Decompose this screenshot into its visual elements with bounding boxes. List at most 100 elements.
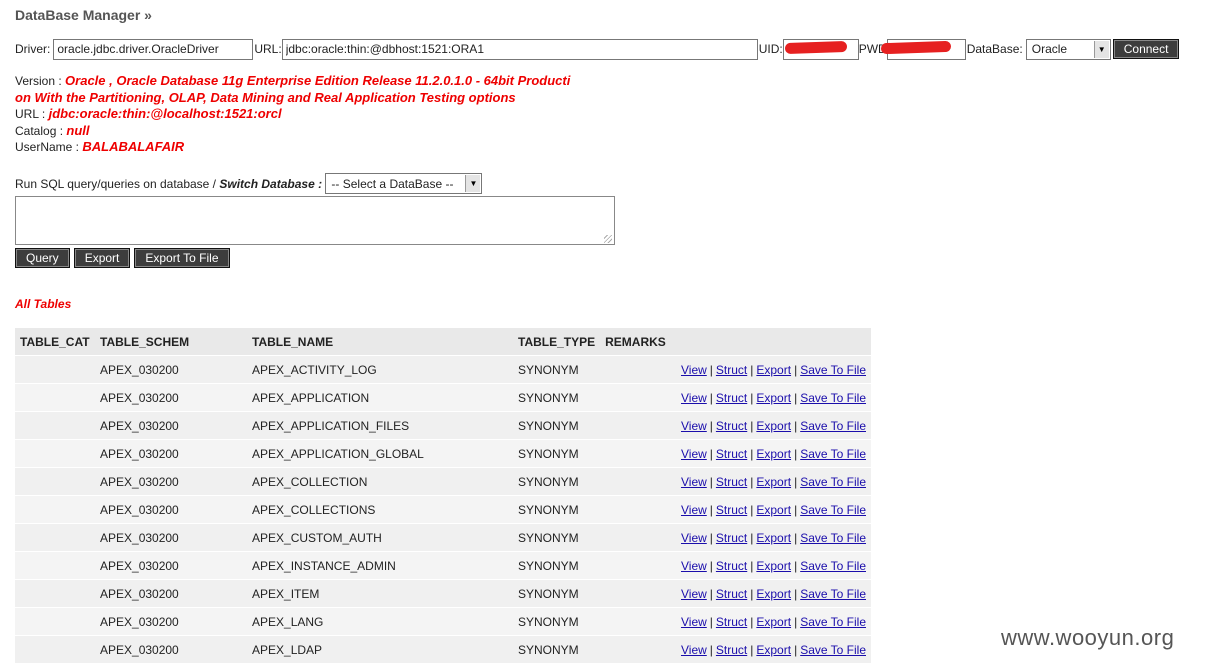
struct-link[interactable]: Struct [716, 503, 747, 517]
view-link[interactable]: View [681, 475, 707, 489]
cell-table-cat [15, 439, 95, 468]
connect-button[interactable]: Connect [1112, 39, 1179, 59]
save-to-file-link[interactable]: Save To File [800, 447, 866, 461]
view-link[interactable]: View [681, 391, 707, 405]
col-table-schem: TABLE_SCHEM [95, 328, 247, 356]
view-link[interactable]: View [681, 503, 707, 517]
table-row: APEX_030200 APEX_CUSTOM_AUTH SYNONYM View | S… [15, 523, 871, 552]
cell-actions: View | Struct | Export | Save To File [670, 523, 871, 552]
cell-table-type: SYNONYM [513, 607, 601, 636]
driver-input[interactable] [53, 38, 254, 60]
cell-table-schem: APEX_030200 [95, 411, 247, 440]
cell-table-schem: APEX_030200 [95, 551, 247, 580]
url-input[interactable] [281, 38, 758, 60]
resize-grip-icon[interactable] [604, 235, 612, 243]
struct-link[interactable]: Struct [716, 531, 747, 545]
struct-link[interactable]: Struct [716, 643, 747, 657]
table-header-row: TABLE_CAT TABLE_SCHEM TABLE_NAME TABLE_T… [15, 328, 871, 356]
view-link[interactable]: View [681, 615, 707, 629]
struct-link[interactable]: Struct [716, 587, 747, 601]
query-button[interactable]: Query [15, 248, 70, 268]
link-separator: | [794, 586, 798, 601]
cell-table-cat [15, 383, 95, 412]
table-row: APEX_030200 APEX_APPLICATION_FILES SYNONYM… [15, 411, 871, 440]
link-separator: | [750, 586, 754, 601]
export-link[interactable]: Export [756, 391, 791, 405]
dropdown-arrow-icon[interactable]: ▼ [1093, 40, 1109, 58]
switch-database-select[interactable]: -- Select a DataBase -- ▼ [325, 173, 483, 194]
cell-table-schem: APEX_030200 [95, 523, 247, 552]
link-separator: | [709, 558, 713, 573]
view-link[interactable]: View [681, 559, 707, 573]
dropdown-arrow-icon[interactable]: ▼ [465, 175, 481, 192]
struct-link[interactable]: Struct [716, 363, 747, 377]
database-select[interactable]: Oracle ▼ [1025, 38, 1111, 60]
cell-table-schem: APEX_030200 [95, 495, 247, 524]
struct-link[interactable]: Struct [716, 447, 747, 461]
view-link[interactable]: View [681, 363, 707, 377]
redaction-mark [880, 40, 951, 54]
export-link[interactable]: Export [756, 419, 791, 433]
link-separator: | [709, 586, 713, 601]
export-link[interactable]: Export [756, 615, 791, 629]
export-link[interactable]: Export [756, 587, 791, 601]
export-link[interactable]: Export [756, 475, 791, 489]
link-separator: | [750, 502, 754, 517]
export-button[interactable]: Export [73, 248, 131, 268]
view-link[interactable]: View [681, 643, 707, 657]
struct-link[interactable]: Struct [716, 475, 747, 489]
save-to-file-link[interactable]: Save To File [800, 419, 866, 433]
export-link[interactable]: Export [756, 559, 791, 573]
cell-actions: View | Struct | Export | Save To File [670, 495, 871, 524]
save-to-file-link[interactable]: Save To File [800, 391, 866, 405]
struct-link[interactable]: Struct [716, 391, 747, 405]
view-link[interactable]: View [681, 587, 707, 601]
view-link[interactable]: View [681, 531, 707, 545]
save-to-file-link[interactable]: Save To File [800, 475, 866, 489]
struct-link[interactable]: Struct [716, 419, 747, 433]
save-to-file-link[interactable]: Save To File [800, 503, 866, 517]
link-separator: | [750, 390, 754, 405]
col-remarks: REMARKS [600, 328, 671, 356]
save-to-file-link[interactable]: Save To File [800, 615, 866, 629]
pwd-field-redacted[interactable] [880, 38, 966, 60]
export-link[interactable]: Export [756, 531, 791, 545]
uid-label: UID: [758, 42, 783, 56]
export-link[interactable]: Export [756, 363, 791, 377]
table-row: APEX_030200 APEX_APPLICATION SYNONYM View | S… [15, 383, 871, 412]
cell-table-cat [15, 551, 95, 580]
connection-info: Version : Oracle , Oracle Database 11g E… [15, 73, 570, 156]
cell-remarks [600, 635, 671, 663]
tables-table: TABLE_CAT TABLE_SCHEM TABLE_NAME TABLE_T… [15, 328, 871, 663]
link-separator: | [750, 362, 754, 377]
save-to-file-link[interactable]: Save To File [800, 643, 866, 657]
cell-table-cat [15, 579, 95, 608]
save-to-file-link[interactable]: Save To File [800, 363, 866, 377]
cell-table-type: SYNONYM [513, 579, 601, 608]
cell-table-name: APEX_CUSTOM_AUTH [247, 523, 513, 552]
url-info-value: jdbc:oracle:thin:@localhost:1521:orcl [48, 106, 282, 122]
view-link[interactable]: View [681, 419, 707, 433]
export-link[interactable]: Export [756, 447, 791, 461]
export-link[interactable]: Export [756, 503, 791, 517]
link-separator: | [750, 418, 754, 433]
cell-remarks [600, 551, 671, 580]
driver-label: Driver: [15, 42, 51, 56]
sql-query-textarea[interactable] [15, 196, 615, 245]
struct-link[interactable]: Struct [716, 615, 747, 629]
link-separator: | [794, 474, 798, 489]
cell-table-cat [15, 607, 95, 636]
struct-link[interactable]: Struct [716, 559, 747, 573]
cell-table-name: APEX_INSTANCE_ADMIN [247, 551, 513, 580]
uid-field-redacted[interactable] [782, 38, 859, 60]
save-to-file-link[interactable]: Save To File [800, 559, 866, 573]
save-to-file-link[interactable]: Save To File [800, 587, 866, 601]
cell-remarks [600, 495, 671, 524]
cell-actions: View | Struct | Export | Save To File [670, 467, 871, 496]
view-link[interactable]: View [681, 447, 707, 461]
export-to-file-button[interactable]: Export To File [134, 248, 230, 268]
export-link[interactable]: Export [756, 643, 791, 657]
save-to-file-link[interactable]: Save To File [800, 531, 866, 545]
table-row: APEX_030200 APEX_COLLECTION SYNONYM View | St… [15, 467, 871, 496]
cell-remarks [600, 523, 671, 552]
